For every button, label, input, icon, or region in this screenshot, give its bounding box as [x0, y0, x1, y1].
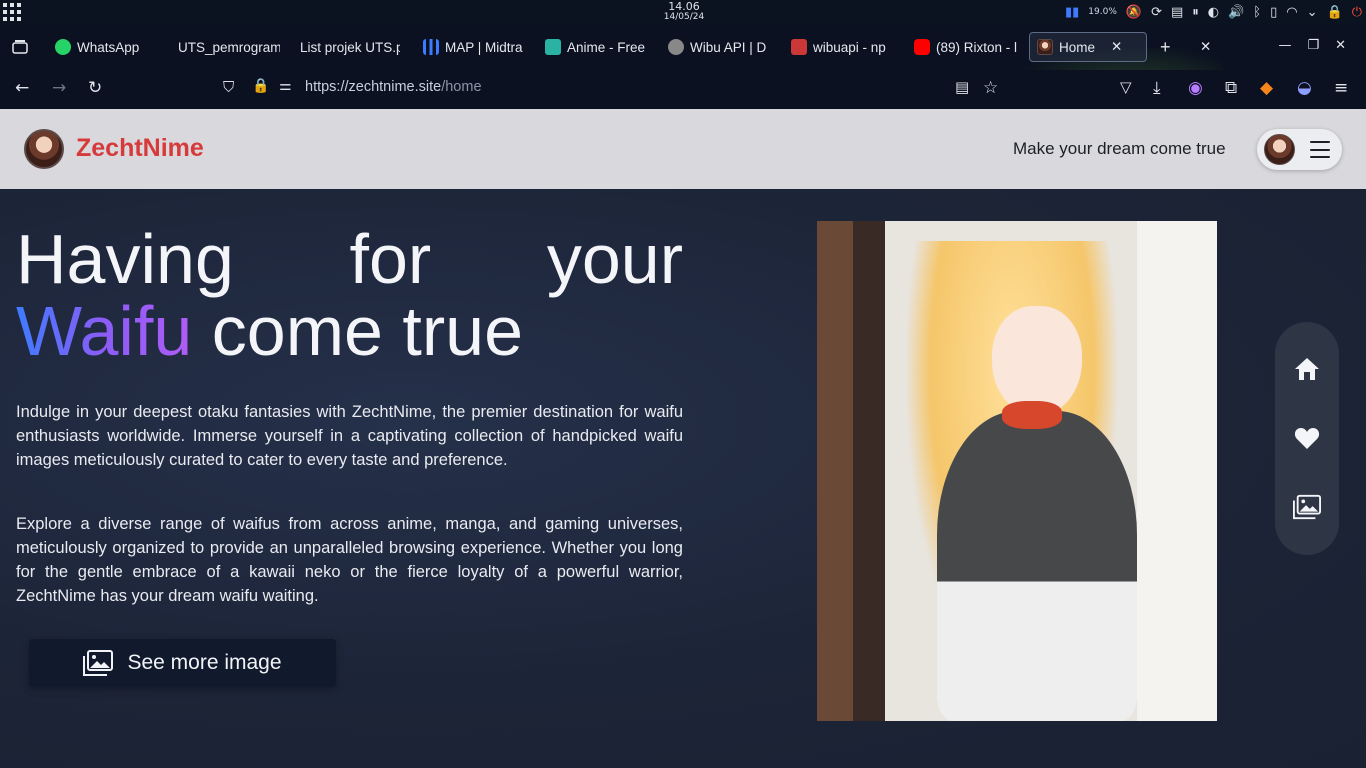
floating-side-nav	[1275, 322, 1339, 555]
youtube-icon	[914, 39, 930, 55]
browser-nav-bar: ← → ↻ ⛉ 🔒 ⚌ https://zechtnime.site/home …	[0, 70, 1366, 109]
back-icon[interactable]: ←	[15, 78, 29, 98]
tab-label: UTS_pemrogram	[178, 39, 280, 55]
extensions-puzzle-icon[interactable]: ⧉	[1225, 78, 1237, 98]
whatsapp-icon	[55, 39, 71, 55]
heading-word: Having	[16, 220, 234, 298]
tab-label: List projek UTS.p	[300, 39, 400, 55]
see-more-image-button[interactable]: See more image	[29, 639, 336, 687]
tab-map-midtrans[interactable]: MAP | Midtra	[423, 36, 525, 58]
lock-icon[interactable]: 🔒	[1327, 5, 1343, 20]
heart-icon[interactable]	[1293, 424, 1321, 452]
volume-icon[interactable]: 🔊	[1228, 5, 1244, 20]
url-path: /home	[441, 79, 482, 95]
bars-icon	[423, 39, 439, 55]
close-tab-icon[interactable]: ✕	[1111, 39, 1122, 55]
reader-mode-icon[interactable]: ▤	[955, 78, 969, 96]
a-icon	[545, 39, 561, 55]
hero-heading-line1: Having for your	[16, 223, 683, 295]
heading-word: for	[349, 220, 432, 298]
tab-label: Anime - Free	[567, 39, 646, 55]
tab-label: wibuapi - np	[813, 39, 886, 55]
tab-overview-icon[interactable]	[12, 36, 28, 58]
menu-icon[interactable]: ≡	[1334, 78, 1348, 98]
system-tray: ▮▮ 19.0% 🔕 ⟳ ▤ ⏸ ◐ 🔊 ᛒ ▯ ◠ ⌄ 🔒 ⏻	[1065, 3, 1362, 21]
close-icon[interactable]: ✕	[1200, 36, 1211, 58]
tab-label: MAP | Midtra	[445, 39, 523, 55]
tab-anime-free[interactable]: Anime - Free	[545, 36, 648, 58]
pocket-icon[interactable]: ▽	[1120, 78, 1132, 96]
ghost-extension-icon[interactable]: ◒	[1297, 78, 1312, 98]
power-icon[interactable]: ⏻	[1352, 5, 1362, 20]
profile-menu-button[interactable]	[1257, 129, 1342, 170]
address-bar[interactable]: https://zechtnime.site/home	[305, 79, 482, 95]
heading-rest: come true	[192, 292, 524, 370]
gallery-icon[interactable]	[1293, 493, 1321, 521]
header-tagline: Make your dream come true	[1013, 139, 1226, 158]
minimize-icon[interactable]: —	[1278, 38, 1291, 53]
new-tab-icon[interactable]: +	[1160, 36, 1171, 58]
avatar-icon	[1037, 39, 1053, 55]
tab-home[interactable]: Home ✕	[1037, 36, 1137, 58]
hamburger-menu-icon	[1310, 141, 1330, 158]
restore-icon[interactable]: ❐	[1307, 38, 1319, 53]
npm-icon	[791, 39, 807, 55]
cta-label: See more image	[127, 651, 282, 674]
close-window-icon[interactable]: ✕	[1335, 38, 1346, 53]
app-launcher-icon[interactable]	[3, 3, 23, 21]
wifi-icon[interactable]: ◠	[1286, 5, 1297, 20]
extension-icon[interactable]: ◉	[1188, 78, 1203, 98]
heading-highlight: Waifu	[16, 292, 193, 370]
tab-list-projek[interactable]: List projek UTS.p	[300, 36, 400, 58]
shield-icon[interactable]: ⛉	[223, 78, 234, 96]
user-avatar	[1264, 134, 1295, 165]
forward-icon[interactable]: →	[52, 78, 66, 98]
hero-heading: Having for your Waifu come true	[16, 223, 683, 367]
clipboard-icon[interactable]: ▤	[1171, 5, 1183, 20]
hero-section: Having for your Waifu come true Indulge …	[0, 189, 1366, 768]
download-icon[interactable]: ⤓	[1153, 78, 1161, 98]
browser-tab-bar: WhatsApp UTS_pemrogram List projek UTS.p…	[0, 24, 1366, 133]
hero-paragraph-1: Indulge in your deepest otaku fantasies …	[16, 403, 683, 469]
battery-percentage[interactable]: 19.0%	[1088, 7, 1117, 17]
tab-label: Wibu API | D	[690, 39, 767, 55]
site-header: ZechtNime Make your dream come true	[0, 109, 1366, 189]
metamask-icon[interactable]: ◆	[1260, 78, 1273, 98]
clock-time: 14.06	[668, 0, 700, 13]
tab-wibuapi-npm[interactable]: wibuapi - np	[791, 36, 894, 58]
reload-icon[interactable]: ↻	[88, 78, 102, 98]
battery-icon[interactable]: ▯	[1270, 5, 1277, 20]
tab-whatsapp[interactable]: WhatsApp	[55, 36, 165, 58]
tab-label: (89) Rixton - l	[936, 39, 1018, 55]
home-icon[interactable]	[1293, 355, 1321, 383]
lock-icon[interactable]: 🔒	[252, 78, 269, 94]
tab-youtube-rixton[interactable]: (89) Rixton - l	[914, 36, 1020, 58]
bluetooth-icon[interactable]: ᛒ	[1253, 5, 1261, 20]
gallery-icon	[83, 650, 114, 676]
logo-avatar[interactable]	[24, 129, 64, 169]
window-controls: — ❐ ✕	[1278, 38, 1346, 53]
notifications-icon[interactable]: 🔕	[1126, 5, 1142, 20]
tab-uts-pemrograman[interactable]: UTS_pemrogram	[178, 36, 280, 58]
chevron-down-icon[interactable]: ⌄	[1307, 5, 1318, 20]
bookmark-star-icon[interactable]: ☆	[983, 78, 998, 98]
brand-name[interactable]: ZechtNime	[76, 134, 204, 163]
tab-label: Home	[1059, 39, 1096, 55]
system-taskbar: 14.06 14/05/24 ▮▮ 19.0% 🔕 ⟳ ▤ ⏸ ◐ 🔊 ᛒ ▯ …	[0, 0, 1366, 24]
system-clock[interactable]: 14.06 14/05/24	[654, 1, 714, 23]
clock-date: 14/05/24	[663, 12, 705, 22]
tab-label: WhatsApp	[77, 39, 140, 55]
permissions-icon[interactable]: ⚌	[279, 78, 292, 94]
url-host: https://zechtnime.site	[305, 79, 442, 95]
cpu-graph-icon[interactable]: ▮▮	[1065, 5, 1079, 20]
hero-heading-line2: Waifu come true	[16, 295, 683, 367]
night-light-icon[interactable]: ◐	[1208, 5, 1219, 20]
sync-icon[interactable]: ⟳	[1151, 5, 1162, 20]
avatar-icon	[668, 39, 684, 55]
tab-wibu-api[interactable]: Wibu API | D	[668, 36, 773, 58]
heading-word: your	[546, 220, 683, 298]
hero-paragraph-2: Explore a diverse range of waifus from a…	[16, 515, 683, 605]
waifu-hero-image	[817, 221, 1217, 721]
media-icon[interactable]: ⏸	[1192, 5, 1199, 20]
